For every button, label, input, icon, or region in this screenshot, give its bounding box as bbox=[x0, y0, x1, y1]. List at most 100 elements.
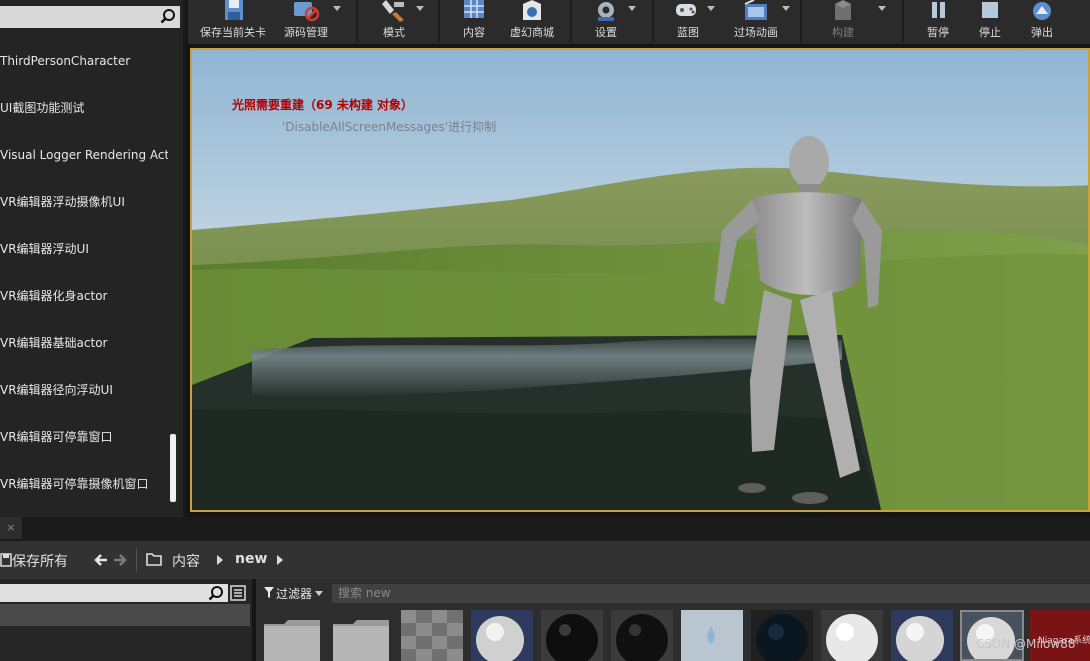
back-arrow-icon[interactable] bbox=[94, 552, 108, 568]
asset-tree-selected-row[interactable] bbox=[0, 604, 250, 626]
toolbar-label: 源码管理 bbox=[284, 26, 328, 39]
settings-button[interactable]: 设置 bbox=[576, 0, 636, 44]
asset-search-input[interactable]: 搜索 new bbox=[332, 584, 1090, 603]
level-viewport[interactable]: 光照需要重建（69 未构建 对象） 'DisableAllScreenMessa… bbox=[190, 48, 1090, 512]
folder-icon bbox=[333, 620, 389, 661]
source-control-button[interactable]: 源码管理 bbox=[276, 0, 341, 44]
toolbar-divider bbox=[438, 0, 440, 42]
actor-item[interactable]: VR编辑器化身actor bbox=[0, 273, 168, 319]
asset-tile-material[interactable] bbox=[821, 610, 883, 661]
folder-icon bbox=[264, 620, 320, 661]
asset-tile-texture[interactable] bbox=[401, 610, 463, 661]
build-button[interactable]: 构建 bbox=[808, 0, 886, 44]
cinematics-icon bbox=[744, 0, 767, 20]
chevron-down-icon[interactable] bbox=[707, 6, 715, 11]
save-icon bbox=[225, 0, 243, 20]
asset-tile-material[interactable] bbox=[541, 610, 603, 661]
toolbar-divider bbox=[570, 0, 572, 42]
actor-item[interactable]: VR编辑器浮动UI bbox=[0, 226, 168, 272]
toolbar-label: 保存当前关卡 bbox=[200, 26, 266, 39]
chevron-right-icon[interactable] bbox=[276, 555, 284, 565]
asset-tile-material[interactable] bbox=[611, 610, 673, 661]
actor-item[interactable]: VR编辑器基础actor bbox=[0, 320, 168, 366]
toolbar-divider bbox=[902, 0, 904, 42]
material-sphere-icon bbox=[826, 614, 878, 661]
actor-item[interactable]: ThirdPersonCharacter bbox=[0, 38, 168, 84]
filters-label: 过滤器 bbox=[276, 587, 313, 601]
toolbar-label: 蓝图 bbox=[677, 26, 699, 39]
toolbar-label: 停止 bbox=[979, 26, 1001, 39]
asset-tile-folder[interactable] bbox=[331, 610, 393, 661]
eject-icon bbox=[1033, 2, 1051, 20]
toolbar-label: 构建 bbox=[832, 26, 854, 39]
asset-tile-material[interactable] bbox=[751, 610, 813, 661]
modes-button[interactable]: 模式 bbox=[364, 0, 424, 44]
level-editor-toolbar: 保存当前关卡 源码管理 模式 内容 虚幻商城 设置 蓝图 过场动画 构建 暂停 … bbox=[188, 0, 1090, 44]
chevron-down-icon[interactable] bbox=[416, 6, 424, 11]
settings-icon bbox=[598, 2, 614, 21]
filters-button[interactable]: 过滤器 bbox=[262, 584, 328, 602]
toolbar-label: 虚幻商城 bbox=[510, 26, 554, 39]
asset-tree-search-input[interactable] bbox=[0, 584, 228, 602]
panel-splitter[interactable] bbox=[183, 0, 186, 517]
chevron-right-icon bbox=[217, 555, 223, 565]
build-icon bbox=[835, 0, 851, 20]
material-sphere-icon bbox=[476, 616, 524, 661]
actor-item[interactable]: VR编辑器径向浮动UI bbox=[0, 367, 168, 413]
chevron-down-icon bbox=[315, 591, 323, 596]
asset-tile-niagara-system[interactable]: Niagara系统 bbox=[1030, 610, 1090, 661]
toolbar-divider bbox=[652, 0, 654, 42]
toolbar-label: 过场动画 bbox=[734, 26, 778, 39]
view-options-icon[interactable] bbox=[230, 585, 246, 601]
asset-tile-material-selected[interactable] bbox=[960, 610, 1024, 661]
toolbar-divider bbox=[356, 0, 358, 42]
asset-tile-material[interactable] bbox=[681, 610, 743, 661]
material-sphere-icon bbox=[546, 614, 598, 661]
asset-tile-material[interactable] bbox=[891, 610, 953, 661]
toolbar-label: 设置 bbox=[595, 26, 617, 39]
marketplace-button[interactable]: 虚幻商城 bbox=[502, 0, 562, 44]
suppress-messages-hint: 'DisableAllScreenMessages'进行抑制 bbox=[282, 120, 497, 134]
search-icon bbox=[208, 586, 223, 601]
breadcrumb-new[interactable]: new bbox=[235, 551, 267, 567]
actor-item[interactable]: Visual Logger Rendering Actc bbox=[0, 132, 168, 178]
filter-icon bbox=[264, 587, 274, 598]
chevron-down-icon[interactable] bbox=[628, 6, 636, 11]
save-all-icon[interactable] bbox=[0, 553, 12, 567]
checker-texture-icon bbox=[401, 610, 463, 661]
forward-arrow-icon[interactable] bbox=[113, 552, 127, 568]
blueprints-button[interactable]: 蓝图 bbox=[660, 0, 716, 44]
actor-item[interactable]: VR编辑器可停靠窗口 bbox=[0, 414, 168, 460]
search-icon bbox=[160, 9, 175, 24]
breadcrumb-content[interactable]: 内容 bbox=[172, 551, 200, 571]
actor-item[interactable]: VR编辑器浮动摄像机UI bbox=[0, 179, 168, 225]
outliner-search-input[interactable] bbox=[0, 6, 180, 28]
stop-button[interactable]: 停止 bbox=[968, 0, 1012, 44]
cinematics-button[interactable]: 过场动画 bbox=[724, 0, 790, 44]
eject-button[interactable]: 弹出 bbox=[1020, 0, 1064, 44]
content-browser-tab-strip bbox=[0, 517, 1090, 541]
chevron-down-icon[interactable] bbox=[782, 6, 790, 11]
asset-tile-material[interactable] bbox=[471, 610, 533, 661]
csdn-watermark: CSDN @Milow88 bbox=[976, 637, 1076, 651]
folder-icon bbox=[146, 553, 162, 566]
save-all-button[interactable]: 保存所有 bbox=[12, 551, 68, 571]
actor-item[interactable]: VR编辑器可停靠摄像机窗口 bbox=[0, 461, 168, 507]
chevron-down-icon[interactable] bbox=[333, 6, 341, 11]
marketplace-icon bbox=[523, 0, 541, 20]
pause-button[interactable]: 暂停 bbox=[916, 0, 960, 44]
content-browser-toolbar: 保存所有 内容 new bbox=[0, 541, 1090, 579]
outliner-scrollbar[interactable] bbox=[170, 434, 176, 502]
stop-icon bbox=[982, 2, 998, 18]
source-control-icon bbox=[294, 2, 320, 22]
material-sphere-icon bbox=[616, 614, 668, 661]
blueprint-icon bbox=[676, 4, 696, 16]
material-sphere-icon bbox=[756, 614, 808, 661]
asset-tile-folder[interactable] bbox=[262, 610, 324, 661]
content-button[interactable]: 内容 bbox=[446, 0, 502, 44]
close-icon[interactable]: × bbox=[0, 517, 22, 539]
actor-item[interactable]: UI截图功能测试 bbox=[0, 85, 168, 131]
chevron-down-icon[interactable] bbox=[878, 6, 886, 11]
content-icon bbox=[464, 0, 484, 18]
save-current-level-button[interactable]: 保存当前关卡 bbox=[192, 0, 274, 44]
